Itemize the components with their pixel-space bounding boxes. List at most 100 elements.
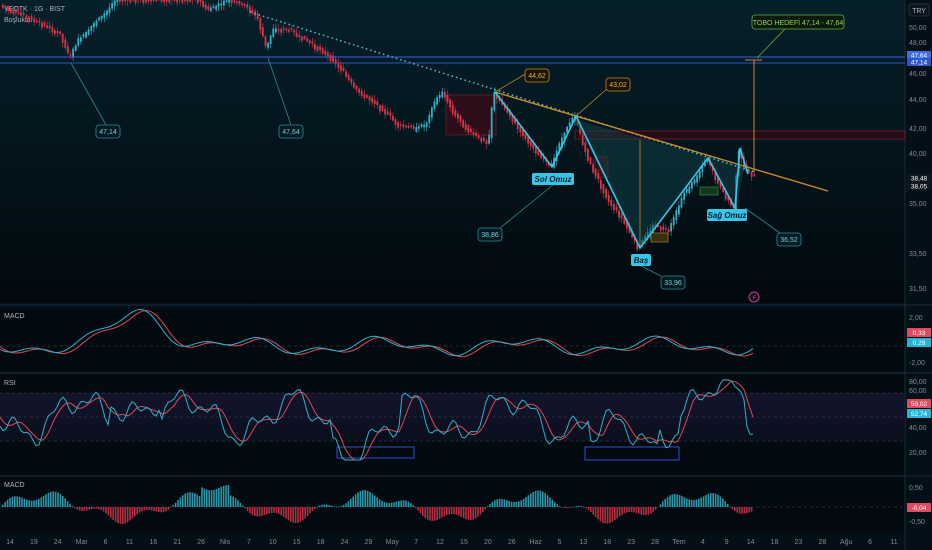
histogram-bar [561, 507, 563, 508]
candle [659, 226, 662, 231]
candle [12, 10, 15, 14]
histogram-bar [71, 506, 74, 507]
svg-text:47,14: 47,14 [99, 129, 117, 136]
histogram-bar [628, 507, 630, 512]
histogram-bar [90, 507, 93, 510]
candle [98, 17, 100, 21]
currency-button[interactable]: TRY [908, 3, 930, 17]
candle [602, 184, 605, 194]
candle [345, 71, 347, 77]
candle [425, 122, 428, 128]
candle [4, 5, 7, 9]
histogram-bar [748, 507, 750, 513]
histogram-bar [441, 507, 443, 518]
histogram-bar [117, 507, 119, 524]
candle [584, 142, 587, 153]
histogram-bar [16, 496, 18, 507]
date-tick: Ağu [840, 539, 853, 546]
candle [64, 39, 67, 48]
histogram-bar [57, 492, 59, 507]
histogram-bar [650, 507, 652, 514]
macd-pane[interactable] [0, 309, 905, 371]
candle [230, 0, 233, 4]
date-tick: 26 [197, 539, 205, 546]
histogram-bar [102, 507, 105, 512]
candle [28, 16, 30, 19]
histogram-bar [227, 485, 230, 507]
candle [17, 11, 20, 14]
histogram-bar [599, 507, 602, 522]
price-tick: 33,50 [909, 251, 927, 258]
histogram-bar [434, 507, 436, 521]
candle [472, 131, 475, 135]
histogram-bar [285, 507, 287, 519]
histogram-bar [244, 507, 246, 509]
event-marker-icon[interactable]: ⚡ [748, 291, 760, 303]
price-badge: 47,14 [907, 58, 931, 67]
histogram-bar [297, 507, 299, 523]
candle [407, 125, 410, 129]
chart-canvas[interactable]: YEOTK · 1G · BIST Boşluklar TRY 50,0048,… [0, 0, 932, 550]
histogram-bar [222, 485, 225, 507]
date-tick: 11 [126, 539, 133, 546]
gap-zone-green [699, 186, 719, 196]
candle [69, 54, 72, 56]
histogram-bar [491, 501, 494, 507]
candle [61, 34, 64, 43]
chart-stage[interactable]: YEOTK · 1G · BIST Boşluklar TRY 50,00 48,… [0, 0, 932, 550]
histogram-bar [417, 507, 419, 511]
candle [7, 7, 9, 11]
histogram-bar [450, 507, 453, 514]
candle [438, 95, 441, 99]
svg-text:0,29: 0,29 [913, 340, 926, 347]
candle [262, 27, 264, 37]
candle [184, 0, 186, 2]
histogram-bar [198, 495, 201, 507]
histogram-bar [438, 507, 441, 519]
histogram-bar [218, 487, 220, 507]
histogram-bar [546, 495, 549, 507]
svg-text:38,05: 38,05 [911, 184, 928, 191]
histogram-bar [508, 501, 510, 507]
candle [371, 97, 373, 103]
histogram-bar [194, 493, 196, 507]
candle [537, 150, 540, 156]
histogram-bar [750, 507, 753, 512]
histogram-bar [388, 503, 390, 507]
histogram-bar [712, 493, 714, 507]
histogram-bar [448, 507, 450, 515]
histogram-bar [717, 494, 719, 507]
candle [236, 1, 238, 3]
histogram-bar [86, 507, 88, 511]
histogram-bar [352, 496, 354, 507]
histogram-bar [501, 498, 503, 507]
histogram-bar [383, 502, 386, 507]
histogram-bar [119, 507, 122, 524]
candle [93, 22, 95, 28]
head-label: Baş [631, 254, 651, 266]
histogram-bar [585, 507, 587, 509]
histogram-bar [232, 496, 234, 507]
histogram-bar [215, 489, 218, 507]
histogram-bar [640, 507, 642, 515]
histogram-bar [246, 507, 249, 512]
candle [225, 0, 228, 2]
histogram-bar [366, 490, 369, 507]
candle [277, 29, 280, 31]
histogram-bar [189, 492, 191, 507]
histogram-bar [172, 505, 174, 507]
histogram-bar [726, 503, 729, 507]
histogram-bar [294, 507, 297, 524]
histogram-bar [616, 507, 618, 519]
histogram-bar [741, 507, 743, 514]
histogram-bar [568, 507, 570, 508]
candle [59, 31, 61, 35]
histogram-bar [62, 496, 64, 507]
histogram-bar [141, 507, 143, 512]
histogram-bar [419, 507, 422, 514]
hist-pane[interactable] [0, 478, 905, 533]
histogram-bar [299, 507, 302, 522]
histogram-bar [630, 507, 633, 512]
candle [423, 124, 425, 128]
histogram-bar [402, 500, 405, 507]
